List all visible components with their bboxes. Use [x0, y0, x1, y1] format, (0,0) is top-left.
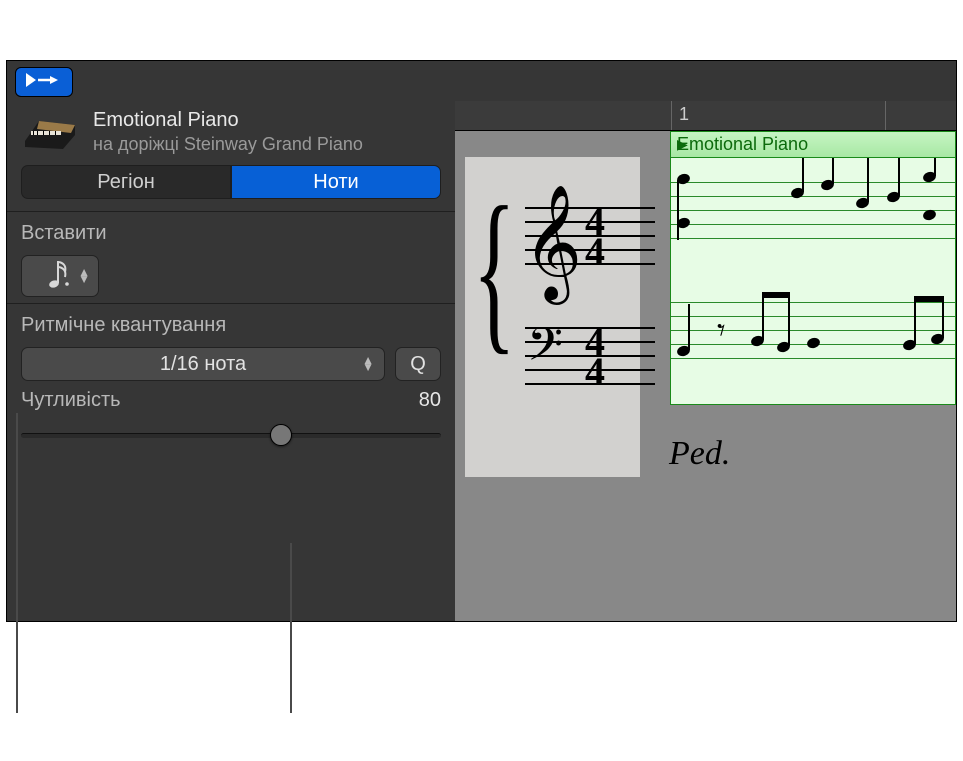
- sensitivity-value: 80: [419, 389, 441, 412]
- quantize-value-text: 1/16 нота: [160, 353, 246, 376]
- inspector-sidebar: Emotional Piano на доріжці Steinway Gran…: [7, 101, 455, 456]
- callout-line: [16, 413, 18, 713]
- region-title: Emotional Piano: [93, 109, 441, 132]
- sixteenth-note-icon: [47, 259, 73, 294]
- time-signature: 4 4: [585, 207, 605, 267]
- region-header[interactable]: ▶ Emotional Piano: [670, 131, 956, 157]
- callout-line: [290, 543, 292, 713]
- slider-thumb[interactable]: [270, 424, 292, 446]
- insert-note-value-select[interactable]: ▲▼: [21, 255, 99, 297]
- track-instrument-icon: [21, 111, 79, 153]
- sensitivity-label: Чутливість: [21, 389, 121, 412]
- stepper-arrows-icon: ▲▼: [78, 269, 90, 283]
- region-loop-icon: ▶: [677, 136, 688, 153]
- region-body[interactable]: 𝄾: [670, 157, 956, 405]
- pedal-marking: Ped.: [669, 435, 730, 473]
- quantize-apply-button[interactable]: Q: [395, 347, 441, 381]
- catch-icon: [24, 71, 64, 94]
- score-editor[interactable]: 1 { 𝄞 4 4 𝄢 4 4: [455, 101, 956, 621]
- sensitivity-slider[interactable]: [21, 420, 441, 450]
- tab-region[interactable]: Регіон: [21, 165, 231, 199]
- quantize-value-select[interactable]: 1/16 нота ▲▼: [21, 347, 385, 381]
- time-ruler[interactable]: 1: [455, 101, 956, 131]
- bass-clef-icon: 𝄢: [527, 319, 563, 384]
- region-name: Emotional Piano: [677, 134, 808, 155]
- region-subtitle: на доріжці Steinway Grand Piano: [93, 134, 441, 155]
- midi-region[interactable]: ▶ Emotional Piano: [670, 131, 956, 431]
- ruler-bar-number: 1: [679, 104, 689, 125]
- score-margin: { 𝄞 4 4 𝄢 4 4: [465, 157, 640, 477]
- editor-panel: Emotional Piano на доріжці Steinway Gran…: [6, 60, 957, 622]
- insert-label: Вставити: [21, 222, 441, 245]
- inspector-tabs: Регіон Ноти: [7, 165, 455, 211]
- treble-clef-icon: 𝄞: [523, 185, 582, 301]
- tab-notes[interactable]: Ноти: [231, 165, 441, 199]
- quantize-label: Ритмічне квантування: [21, 314, 441, 337]
- stepper-arrows-icon: ▲▼: [362, 357, 374, 371]
- time-signature-bass: 4 4: [585, 327, 605, 387]
- catch-playhead-button[interactable]: [15, 67, 73, 97]
